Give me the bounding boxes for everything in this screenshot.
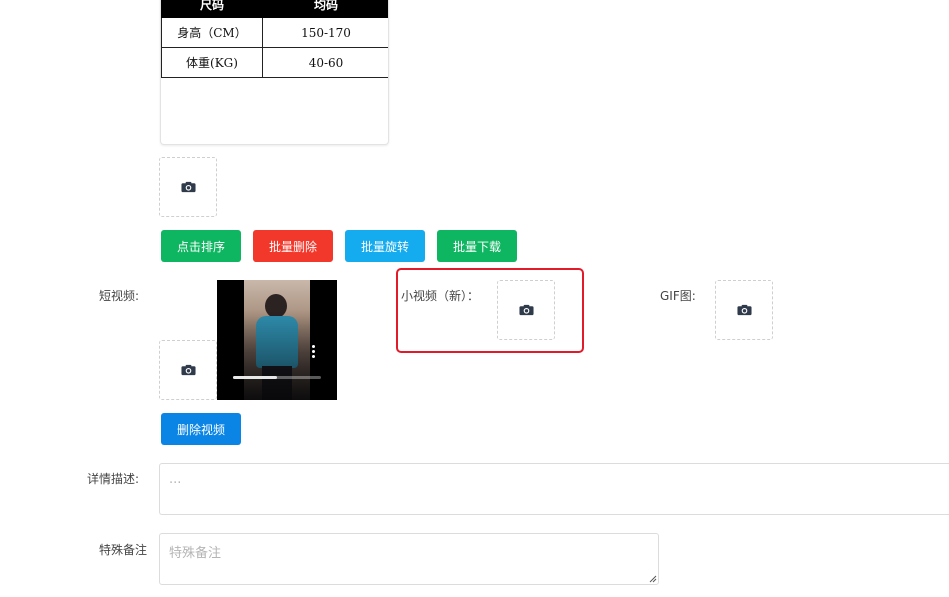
video-progress-fill	[233, 376, 277, 379]
remark-textarea[interactable]	[159, 533, 659, 585]
remark-label: 特殊备注	[99, 543, 148, 557]
batch-rotate-button[interactable]: 批量旋转	[345, 230, 425, 262]
gif-label: GIF图:	[660, 289, 696, 303]
mini-video-upload-box[interactable]	[497, 280, 555, 340]
sort-button[interactable]: 点击排序	[161, 230, 241, 262]
batch-delete-button[interactable]: 批量删除	[253, 230, 333, 262]
mini-video-label: 小视频（新）：	[401, 289, 480, 303]
size-table: 尺码 均码 身高（CM） 150-170 体重(KG) 40-60	[161, 0, 388, 78]
size-table-header: 均码	[262, 0, 388, 18]
batch-download-button[interactable]: 批量下载	[437, 230, 517, 262]
table-cell: 身高（CM）	[161, 17, 263, 48]
short-video-upload-box[interactable]	[159, 340, 217, 400]
image-upload-box[interactable]	[159, 157, 217, 217]
resize-grip-icon[interactable]	[649, 575, 657, 583]
camera-icon	[180, 364, 196, 376]
gif-upload-box[interactable]	[715, 280, 773, 340]
video-preview[interactable]	[217, 280, 337, 400]
more-vertical-icon[interactable]	[312, 345, 315, 359]
table-cell: 体重(KG)	[161, 47, 263, 78]
video-progress-bar[interactable]	[233, 376, 321, 379]
video-overlay	[217, 310, 337, 400]
product-edit-page: 尺码 均码 身高（CM） 150-170 体重(KG) 40-60 点击排序 批…	[0, 0, 949, 597]
short-video-label: 短视频:	[99, 289, 140, 303]
table-row: 身高（CM） 150-170	[161, 17, 388, 48]
camera-icon	[518, 304, 534, 316]
highlight-box	[396, 268, 584, 353]
size-chart-image: 尺码 均码 身高（CM） 150-170 体重(KG) 40-60	[160, 0, 389, 145]
size-table-header-row: 尺码 均码	[161, 0, 388, 18]
camera-icon	[736, 304, 752, 316]
table-cell: 40-60	[262, 47, 388, 78]
table-row: 体重(KG) 40-60	[161, 47, 388, 78]
camera-icon	[180, 181, 196, 193]
size-table-header: 尺码	[161, 0, 263, 18]
detail-textarea[interactable]	[159, 463, 949, 515]
detail-label: 详情描述:	[87, 472, 140, 486]
delete-video-button[interactable]: 删除视频	[161, 413, 241, 445]
table-cell: 150-170	[262, 17, 388, 48]
